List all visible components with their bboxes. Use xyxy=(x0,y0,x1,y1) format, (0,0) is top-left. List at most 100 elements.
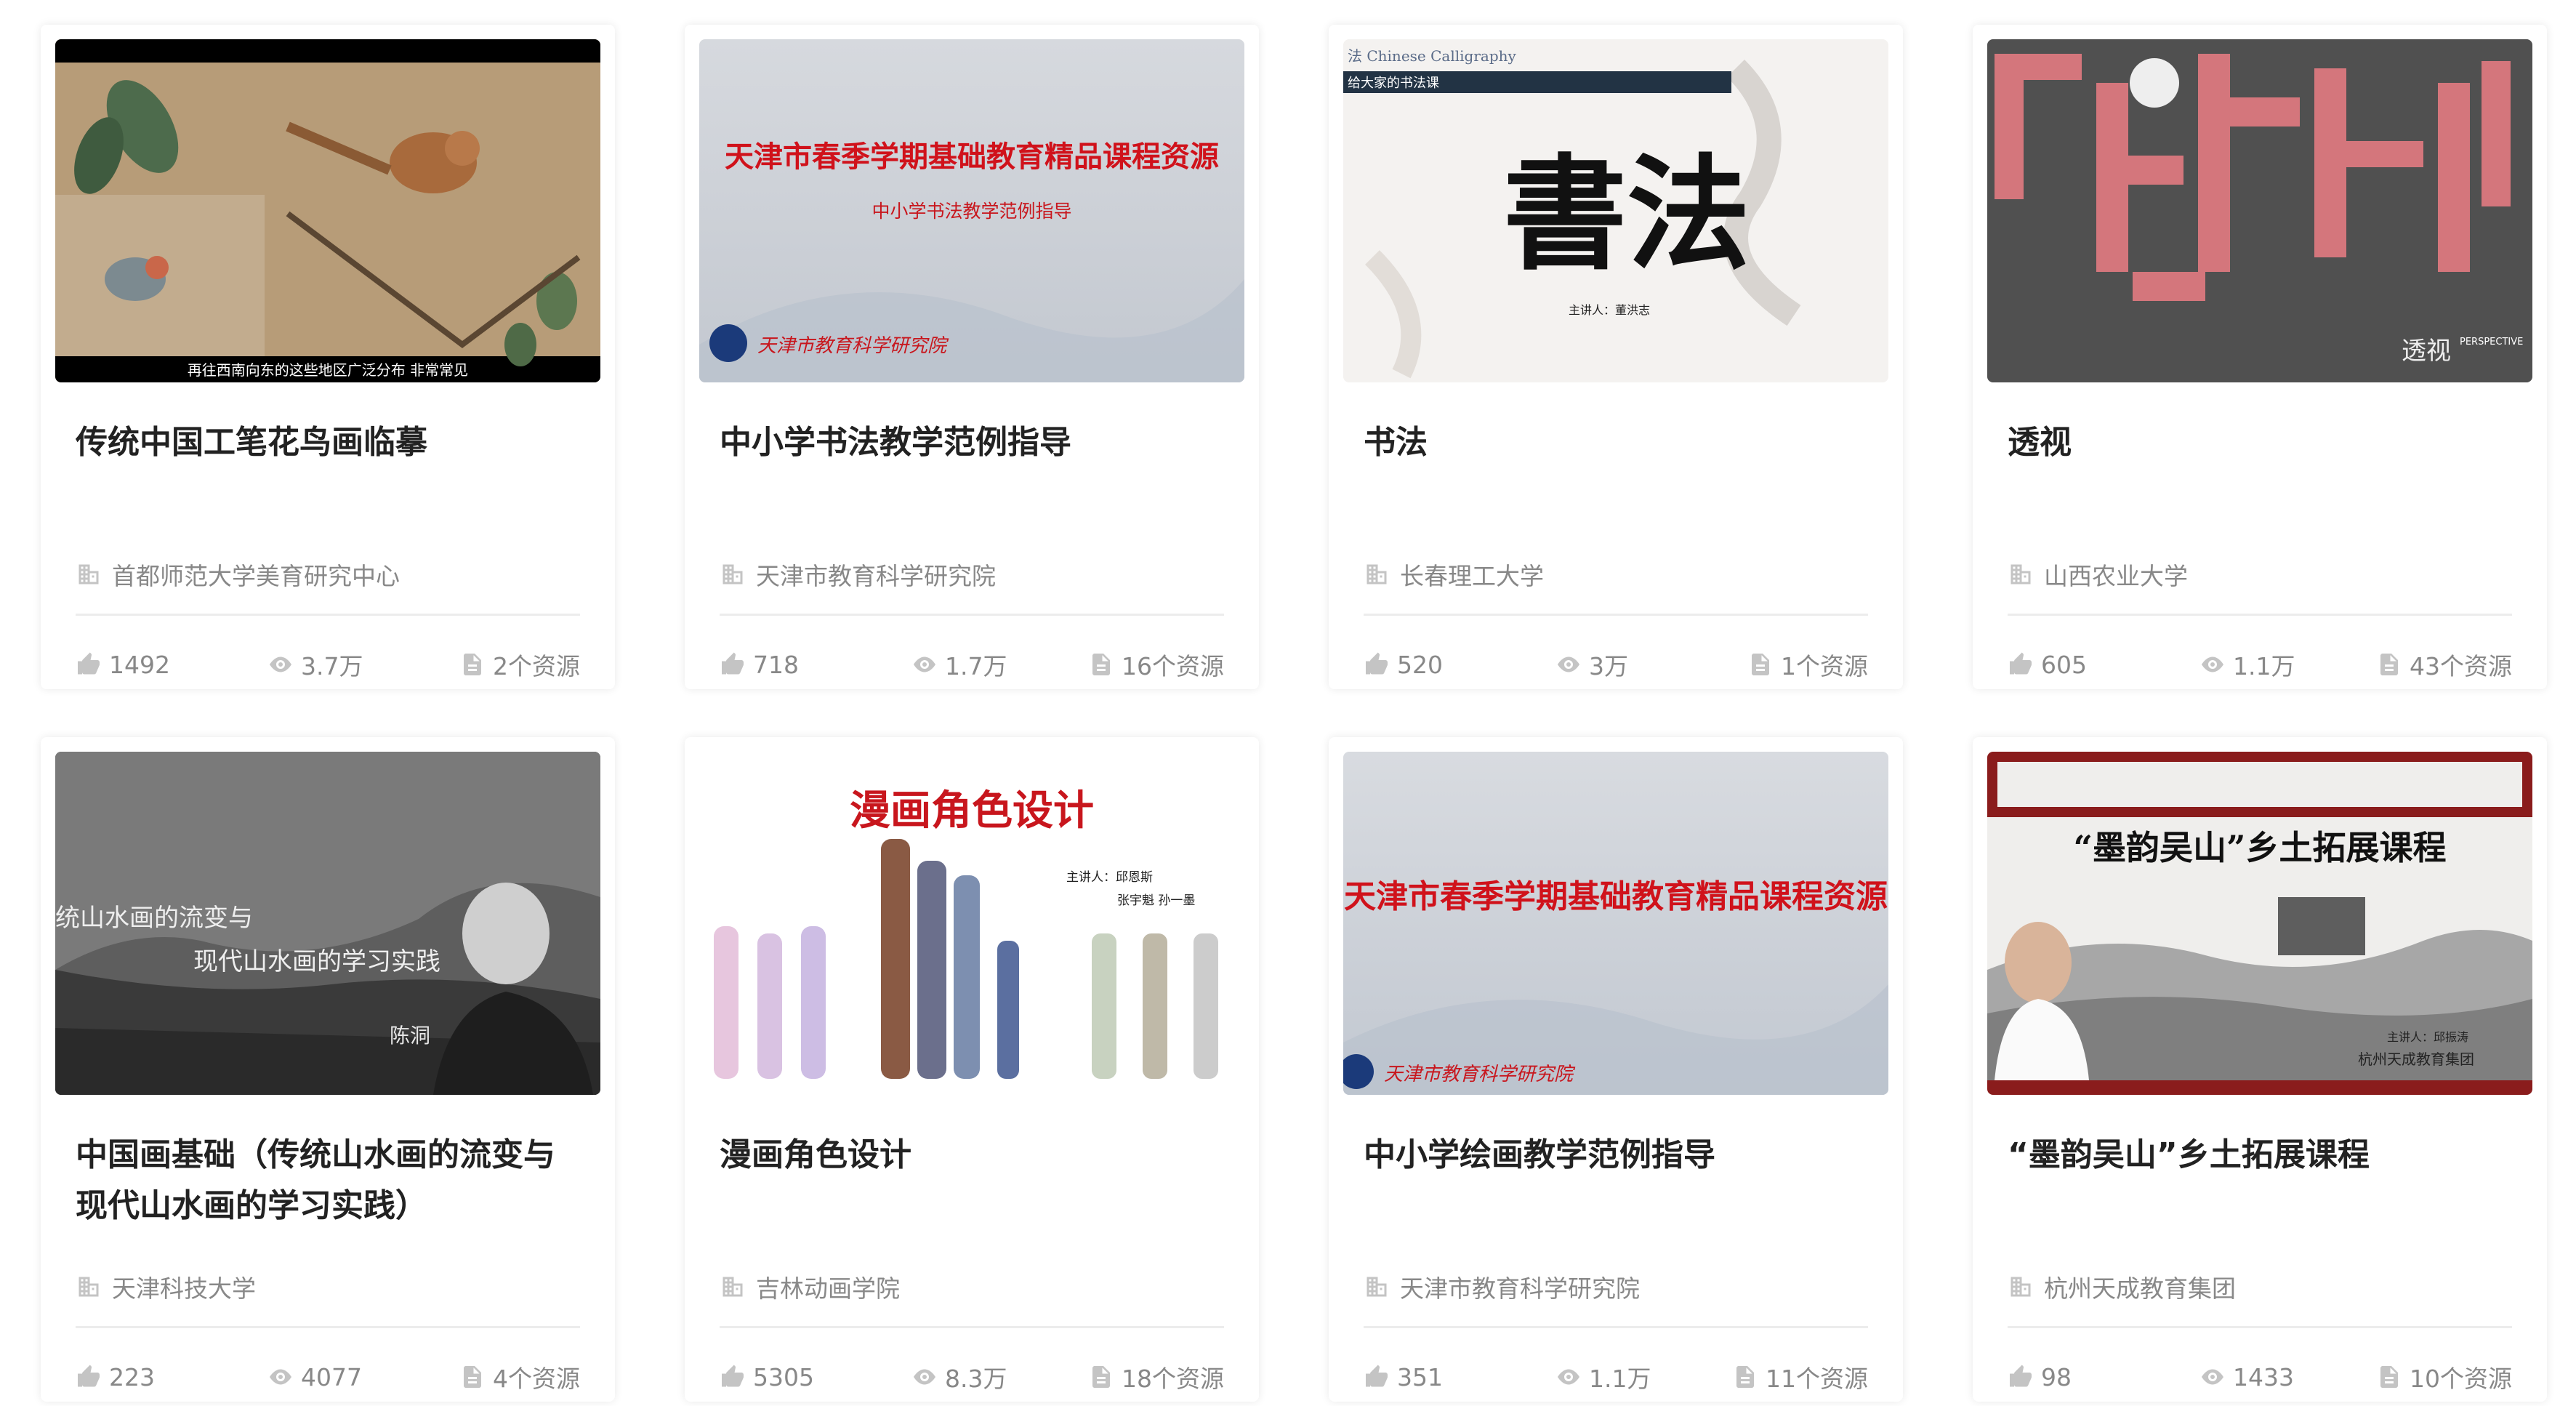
likes-stat[interactable]: 605 xyxy=(2008,648,2087,680)
org-name: 天津科技大学 xyxy=(112,1274,256,1303)
views-stat: 4077 xyxy=(267,1361,362,1393)
course-card[interactable]: 天津市春季学期基础教育精品课程资源 中小学书法教学范例指导 天津市教育科学研究院… xyxy=(685,25,1259,689)
thumbs-up-icon xyxy=(78,1365,100,1387)
thumbs-up-icon xyxy=(78,652,100,675)
likes-stat[interactable]: 98 xyxy=(2008,1361,2072,1393)
course-thumbnail[interactable]: 天津市春季学期基础教育精品课程资源 天津市教育科学研究院 xyxy=(1343,752,1888,1095)
views-count: 1.1万 xyxy=(1589,1365,1651,1393)
thumbnail-heading: 天津市春季学期基础教育精品课程资源 xyxy=(725,140,1219,174)
course-thumbnail[interactable]: 透视 PERSPECTIVE xyxy=(1987,39,2532,382)
course-stats: 1492 3.7万 2个资源 xyxy=(76,648,580,680)
document-icon xyxy=(1752,654,1769,675)
document-icon xyxy=(1092,1366,1110,1388)
course-stats: 223 4077 4个资源 xyxy=(76,1361,580,1393)
course-stats: 718 1.7万 16个资源 xyxy=(720,648,1224,680)
course-title[interactable]: 书法 xyxy=(1364,417,1872,468)
resources-stat: 11个资源 xyxy=(1732,1361,1868,1393)
course-org: 首都师范大学美育研究中心 xyxy=(76,557,400,592)
course-thumbnail[interactable]: 天津市春季学期基础教育精品课程资源 中小学书法教学范例指导 天津市教育科学研究院 xyxy=(699,39,1244,382)
divider xyxy=(76,1326,580,1328)
thumbnail-line-1: 统山水画的流变与 xyxy=(55,904,253,933)
views-stat: 8.3万 xyxy=(911,1361,1007,1393)
course-thumbnail[interactable]: 再往西南向东的这些地区广泛分布 非常常见 xyxy=(55,39,600,382)
resources-stat: 10个资源 xyxy=(2376,1361,2512,1393)
resources-count: 4个资源 xyxy=(493,1365,580,1393)
thumbnail-speaker-1: 主讲人：邱恩斯 xyxy=(1066,870,1153,885)
likes-count: 605 xyxy=(2041,650,2087,679)
course-org: 吉林动画学院 xyxy=(720,1269,900,1304)
views-stat: 3万 xyxy=(1555,648,1628,680)
course-stats: 520 3万 1个资源 xyxy=(1364,648,1868,680)
views-stat: 1.7万 xyxy=(911,648,1007,680)
course-org: 长春理工大学 xyxy=(1364,557,1544,592)
thumbs-up-icon xyxy=(722,1365,744,1387)
org-name: 杭州天成教育集团 xyxy=(2044,1274,2236,1303)
course-card[interactable]: 再往西南向东的这些地区广泛分布 非常常见 传统中国工笔花鸟画临摹 首都师范大学美… xyxy=(41,25,615,689)
course-title[interactable]: “墨韵吴山”乡土拓展课程 xyxy=(2008,1130,2516,1181)
course-thumbnail[interactable]: 漫画角色设计 主讲人：邱恩斯 张宇魁 孙一墨 xyxy=(699,752,1244,1095)
building-icon xyxy=(723,1277,743,1297)
divider xyxy=(1364,1326,1868,1328)
resources-stat: 1个资源 xyxy=(1747,648,1868,680)
course-thumbnail[interactable]: 法 Chinese Calligraphy 给大家的书法课 書法 主讲人：董洪志 xyxy=(1343,39,1888,382)
thumbnail-speaker-2: 张宇魁 孙一墨 xyxy=(1117,893,1195,908)
resources-count: 16个资源 xyxy=(1122,652,1224,680)
course-card[interactable]: 法 Chinese Calligraphy 给大家的书法课 書法 主讲人：董洪志… xyxy=(1329,25,1903,689)
course-title[interactable]: 中国画基础（传统山水画的流变与现代山水画的学习实践） xyxy=(76,1130,584,1232)
views-count: 1.1万 xyxy=(2233,652,2295,680)
course-card[interactable]: 统山水画的流变与 现代山水画的学习实践 陈洞 中国画基础（传统山水画的流变与现代… xyxy=(41,737,615,1402)
course-grid: 再往西南向东的这些地区广泛分布 非常常见 传统中国工笔花鸟画临摹 首都师范大学美… xyxy=(0,0,2576,1406)
course-org: 杭州天成教育集团 xyxy=(2008,1269,2236,1304)
likes-count: 351 xyxy=(1397,1362,1443,1391)
course-card[interactable]: 透视 PERSPECTIVE 透视 山西农业大学 605 1.1万 43个资源 xyxy=(1973,25,2547,689)
course-stats: 605 1.1万 43个资源 xyxy=(2008,648,2512,680)
document-icon xyxy=(1092,654,1110,675)
resources-stat: 18个资源 xyxy=(1088,1361,1224,1393)
views-count: 1.7万 xyxy=(945,652,1007,680)
document-icon xyxy=(2380,1366,2398,1388)
thumbnail-bar-label: 给大家的书法课 xyxy=(1348,76,1439,91)
thumbnail-footer: 天津市教育科学研究院 xyxy=(757,335,949,357)
divider xyxy=(1364,614,1868,616)
eye-icon xyxy=(2202,1369,2223,1385)
document-icon xyxy=(2380,654,2398,675)
thumbnail-footer: 杭州天成教育集团 xyxy=(2358,1051,2474,1068)
divider xyxy=(720,1326,1224,1328)
building-icon xyxy=(79,1277,99,1297)
likes-stat[interactable]: 351 xyxy=(1364,1361,1443,1393)
likes-stat[interactable]: 5305 xyxy=(720,1361,814,1393)
org-name: 山西农业大学 xyxy=(2044,562,2188,590)
eye-icon xyxy=(1558,656,1579,672)
building-icon xyxy=(1367,1277,1387,1297)
course-thumbnail[interactable]: 统山水画的流变与 现代山水画的学习实践 陈洞 xyxy=(55,752,600,1095)
course-title[interactable]: 漫画角色设计 xyxy=(720,1130,1228,1181)
thumbnail-heading: 天津市春季学期基础教育精品课程资源 xyxy=(1344,878,1888,915)
likes-stat[interactable]: 223 xyxy=(76,1361,155,1393)
course-title[interactable]: 传统中国工笔花鸟画临摹 xyxy=(76,417,584,468)
document-icon xyxy=(464,654,481,675)
org-name: 长春理工大学 xyxy=(1400,562,1544,590)
eye-icon xyxy=(270,656,291,672)
thumbnail-footer: 天津市教育科学研究院 xyxy=(1384,1064,1576,1085)
likes-count: 718 xyxy=(753,650,799,679)
course-title[interactable]: 中小学绘画教学范例指导 xyxy=(1364,1130,1872,1181)
course-card[interactable]: 漫画角色设计 主讲人：邱恩斯 张宇魁 孙一墨 漫画角色设计 吉林动画学院 530… xyxy=(685,737,1259,1402)
thumbnail-en-label: PERSPECTIVE xyxy=(2460,337,2523,348)
views-stat: 1.1万 xyxy=(2199,648,2295,680)
likes-count: 98 xyxy=(2041,1362,2072,1391)
likes-stat[interactable]: 1492 xyxy=(76,648,170,680)
course-title[interactable]: 透视 xyxy=(2008,417,2516,468)
course-card[interactable]: 天津市春季学期基础教育精品课程资源 天津市教育科学研究院 中小学绘画教学范例指导… xyxy=(1329,737,1903,1402)
resources-count: 2个资源 xyxy=(493,652,580,680)
resources-count: 43个资源 xyxy=(2410,652,2512,680)
likes-stat[interactable]: 520 xyxy=(1364,648,1443,680)
thumbnail-speaker: 主讲人：董洪志 xyxy=(1569,303,1650,317)
course-card[interactable]: “墨韵吴山”乡土拓展课程 主讲人：邱振涛 杭州天成教育集团 “墨韵吴山”乡土拓展… xyxy=(1973,737,2547,1402)
course-thumbnail[interactable]: “墨韵吴山”乡土拓展课程 主讲人：邱振涛 杭州天成教育集团 xyxy=(1987,752,2532,1095)
course-org: 山西农业大学 xyxy=(2008,557,2188,592)
likes-stat[interactable]: 718 xyxy=(720,648,799,680)
course-title[interactable]: 中小学书法教学范例指导 xyxy=(720,417,1228,468)
resources-count: 18个资源 xyxy=(1122,1365,1224,1393)
eye-icon xyxy=(914,656,935,672)
thumbnail-heading: “墨韵吴山”乡土拓展课程 xyxy=(2074,828,2447,867)
